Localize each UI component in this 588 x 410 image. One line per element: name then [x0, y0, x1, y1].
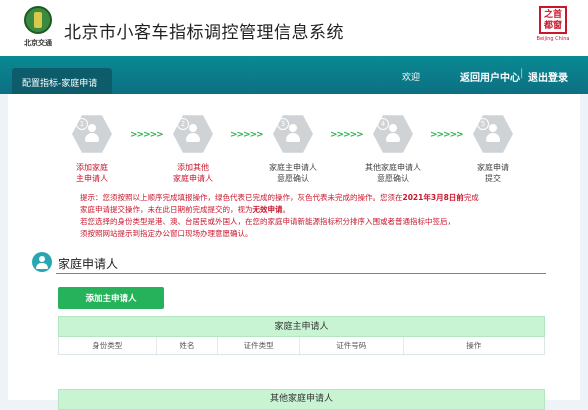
submit-check-icon	[485, 124, 501, 144]
welcome-text: 欢迎	[402, 73, 421, 83]
main-applicant-table-body	[58, 355, 545, 367]
seal-chars: 之首 都窗	[539, 6, 567, 34]
logout-link[interactable]: 退出登录	[528, 69, 568, 84]
section-divider	[56, 273, 546, 274]
step-label: 家庭主申请人 意愿确认	[269, 163, 317, 183]
step-main-confirm: 3 家庭主申请人 意愿确认	[258, 114, 328, 184]
step-label: 家庭申请 提交	[477, 163, 509, 183]
add-main-applicant-button[interactable]: 添加主申请人	[58, 287, 164, 309]
column-header: 操作	[466, 341, 482, 350]
user-avatar-icon	[32, 252, 52, 272]
step-4-hex: 4	[373, 115, 413, 153]
section-title: 家庭申请人	[58, 257, 119, 271]
site-header: 北京交通 北京市小客车指标调控管理信息系统 之首 都窗 Beijing China	[0, 0, 588, 56]
column-header: 证件类型	[218, 337, 301, 354]
site-title: 北京市小客车指标调控管理信息系统	[64, 23, 344, 43]
step-2-hex: 2	[173, 115, 213, 153]
step-other-confirm: 4 其他家庭申请人 意愿确认	[358, 114, 428, 184]
column-header: 证件号码	[300, 337, 404, 354]
logo-emblem-icon	[24, 6, 52, 34]
seal-caption: Beijing China	[536, 36, 570, 42]
step-3-hex: 3	[273, 115, 313, 153]
capital-window-seal: 之首 都窗 Beijing China	[536, 6, 570, 46]
step-label: 其他家庭申请人 意愿确认	[365, 163, 421, 183]
main-applicant-table-title: 家庭主申请人	[58, 316, 545, 337]
step-label: 添加家庭 主申请人	[76, 163, 108, 183]
step-1-hex: 1	[72, 115, 112, 153]
column-header: 身份类型	[59, 337, 157, 354]
top-nav-bar: 配置指标-家庭申请 欢迎 返回用户中心 | 退出登录	[0, 56, 588, 94]
step-5-hex: 5	[473, 115, 513, 153]
person-check-icon	[285, 124, 301, 144]
main-applicant-table-header: 身份类型 姓名 证件类型 证件号码 操作	[58, 337, 545, 355]
nav-separator: |	[520, 68, 524, 79]
beijing-transport-logo: 北京交通	[18, 6, 58, 50]
group-icon	[385, 124, 401, 144]
back-to-user-center-link[interactable]: 返回用户中心	[460, 69, 520, 84]
column-header: 姓名	[157, 337, 219, 354]
instruction-notice: 提示：您须按照以上顺序完成填报操作，绿色代表已完成的操作，灰色代表未完成的操作。…	[80, 193, 479, 238]
step-submit: 5 家庭申请 提交	[458, 114, 528, 184]
person-edit-icon	[185, 124, 201, 144]
step-add-main-applicant: 1 添加家庭 主申请人	[57, 114, 127, 184]
logo-text: 北京交通	[24, 39, 52, 47]
step-add-other-applicants: 2 添加其他 家庭申请人	[158, 114, 228, 184]
step-label: 添加其他 家庭申请人	[173, 163, 213, 183]
tab-family-application[interactable]: 配置指标-家庭申请	[12, 68, 112, 94]
person-icon	[84, 124, 100, 144]
